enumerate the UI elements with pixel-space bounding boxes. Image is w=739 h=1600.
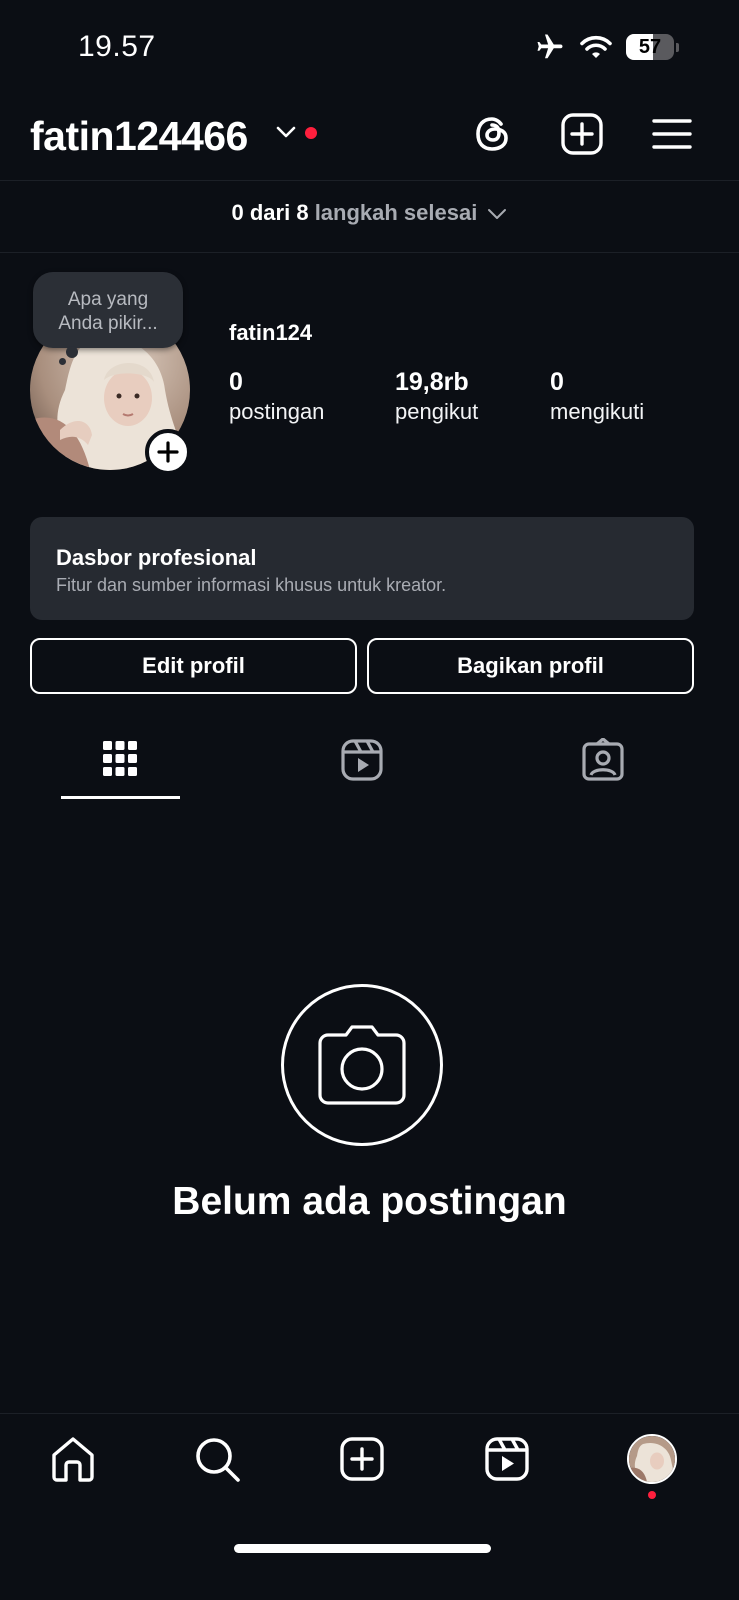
battery-level: 57 [638, 35, 662, 58]
reels-nav-icon[interactable] [483, 1435, 531, 1483]
header-divider [0, 180, 739, 181]
bottom-nav-divider [0, 1413, 739, 1414]
reels-icon[interactable] [339, 738, 387, 786]
notification-dot [305, 127, 317, 139]
account-switch-chevron-icon[interactable] [276, 124, 296, 140]
grid-icon[interactable] [97, 738, 145, 786]
add-story-button[interactable] [145, 429, 191, 475]
note-bubble-tail [66, 346, 78, 358]
home-icon[interactable] [49, 1435, 97, 1483]
profile-steps-progress[interactable]: 0 dari 8 langkah selesai [0, 200, 739, 226]
empty-state-text: Belum ada postingan [172, 1180, 567, 1223]
dashboard-subtitle: Fitur dan sumber informasi khusus untuk … [56, 575, 447, 595]
account-username[interactable]: fatin124466 [30, 113, 248, 160]
steps-label: langkah selesai [314, 200, 478, 225]
stat-followers-label[interactable]: pengikut [395, 399, 478, 425]
status-time: 19.57 [78, 30, 156, 63]
dashboard-title: Dasbor profesional [56, 545, 257, 570]
edit-profile-button[interactable]: Edit profil [30, 638, 357, 694]
share-profile-button[interactable]: Bagikan profil [367, 638, 694, 694]
stat-following-count[interactable]: 0 [550, 368, 564, 397]
note-bubble[interactable]: Apa yang Anda pikir... [33, 272, 183, 348]
stat-followers-count[interactable]: 19,8rb [395, 368, 469, 397]
steps-done: 0 dari 8 [231, 200, 309, 225]
menu-icon[interactable] [651, 112, 695, 156]
plus-icon [157, 441, 179, 463]
empty-state-camera [281, 984, 443, 1146]
active-tab-indicator [61, 796, 180, 799]
steps-chevron-icon [487, 207, 507, 221]
wifi-icon [580, 34, 612, 60]
note-bubble-tail-small [59, 358, 66, 365]
status-icons: 57 [534, 32, 679, 62]
steps-divider [0, 252, 739, 253]
stat-following-label[interactable]: mengikuti [550, 399, 644, 425]
stat-posts-label[interactable]: postingan [229, 399, 324, 425]
tagged-icon[interactable] [580, 738, 628, 786]
search-icon[interactable] [193, 1435, 241, 1483]
camera-icon [316, 1025, 408, 1105]
professional-dashboard-card[interactable]: Dasbor profesional Fitur dan sumber info… [30, 517, 694, 620]
display-name: fatin124 [229, 320, 313, 345]
create-icon[interactable] [338, 1435, 386, 1483]
airplane-icon [534, 32, 566, 62]
create-post-icon[interactable] [560, 112, 604, 156]
note-bubble-line-2: Anda pikir... [58, 313, 158, 334]
profile-notification-dot [648, 1491, 656, 1499]
home-indicator [234, 1544, 491, 1553]
battery-icon: 57 [626, 34, 679, 60]
threads-icon[interactable] [471, 112, 515, 156]
stat-posts-count[interactable]: 0 [229, 368, 243, 397]
note-bubble-line-1: Apa yang [67, 289, 149, 310]
profile-nav-avatar[interactable] [627, 1434, 677, 1484]
